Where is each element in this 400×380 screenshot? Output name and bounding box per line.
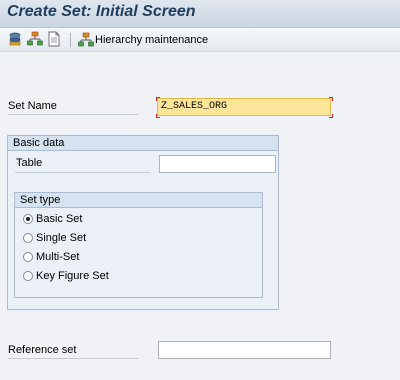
radio-label: Single Set xyxy=(36,232,87,244)
radio-basic-set[interactable]: Basic Set xyxy=(23,212,82,226)
table-input[interactable] xyxy=(159,155,276,173)
label-underline xyxy=(15,172,150,173)
radio-label: Key Figure Set xyxy=(36,270,109,282)
hierarchy-icon[interactable] xyxy=(27,31,43,47)
set-type-title: Set type xyxy=(20,194,61,206)
set-type-header: Set type xyxy=(15,193,262,208)
radio-button[interactable] xyxy=(23,271,33,281)
reference-set-label: Reference set xyxy=(8,344,77,356)
radio-button[interactable] xyxy=(23,252,33,262)
radio-key-figure-set[interactable]: Key Figure Set xyxy=(23,269,109,283)
radio-single-set[interactable]: Single Set xyxy=(23,231,86,245)
other-set-icon[interactable] xyxy=(7,31,23,47)
label-underline xyxy=(8,114,138,115)
required-marker xyxy=(156,114,160,118)
set-name-value: Z_SALES_ORG xyxy=(161,101,228,112)
radio-button[interactable] xyxy=(23,214,33,224)
label-underline xyxy=(8,358,138,359)
basic-data-header: Basic data xyxy=(8,136,278,151)
toolbar-separator xyxy=(70,33,71,47)
required-marker xyxy=(156,97,160,101)
table-label: Table xyxy=(16,157,43,169)
basic-data-group: Basic data Table Set type Basic Set Sing… xyxy=(7,135,279,310)
application-toolbar: Hierarchy maintenance xyxy=(0,28,400,52)
required-marker xyxy=(329,97,333,101)
radio-button[interactable] xyxy=(23,233,33,243)
title-bar: Create Set: Initial Screen xyxy=(0,0,400,28)
basic-data-title: Basic data xyxy=(13,137,65,149)
reference-set-input[interactable] xyxy=(158,341,331,359)
set-name-label: Set Name xyxy=(8,100,57,112)
hierarchy-maintenance-button[interactable]: Hierarchy maintenance xyxy=(78,31,208,48)
set-name-input[interactable]: Z_SALES_ORG xyxy=(157,98,331,116)
hierarchy-maintenance-label: Hierarchy maintenance xyxy=(95,33,209,46)
radio-label: Multi-Set xyxy=(36,251,80,263)
hierarchy-icon xyxy=(78,32,94,46)
set-type-group: Set type Basic Set Single Set Multi-Set … xyxy=(14,192,263,298)
page-title: Create Set: Initial Screen xyxy=(7,3,196,20)
radio-label: Basic Set xyxy=(36,213,83,225)
radio-multi-set[interactable]: Multi-Set xyxy=(23,250,79,264)
document-icon[interactable] xyxy=(46,31,62,47)
required-marker xyxy=(329,114,333,118)
